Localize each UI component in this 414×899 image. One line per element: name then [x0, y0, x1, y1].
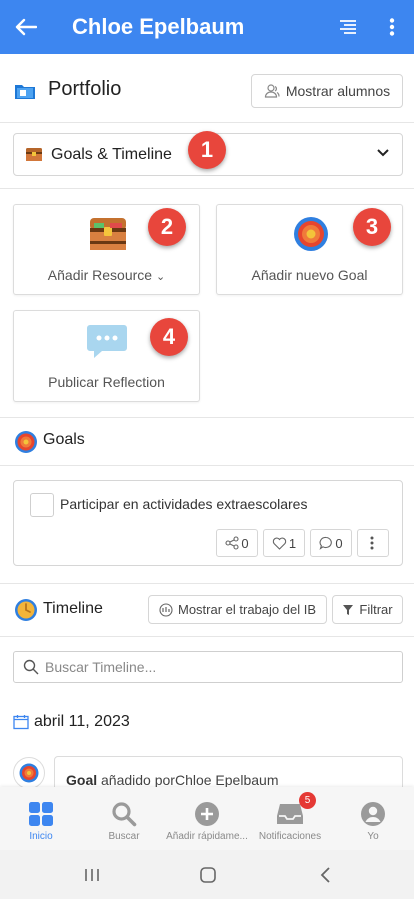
comment-button[interactable]: 0: [310, 529, 352, 557]
calendar-icon: [13, 715, 29, 730]
goals-header: Goals: [0, 428, 414, 454]
search-icon: [23, 659, 39, 675]
nav-label: Yo: [367, 831, 379, 842]
divider: [0, 583, 414, 584]
back-button[interactable]: [0, 0, 52, 54]
chevron-down-icon: [377, 149, 389, 157]
list-view-button[interactable]: [326, 0, 370, 54]
timeline-entry-desc: añadido porChloe Epelbaum: [97, 772, 279, 788]
treasure-chest-icon: [26, 148, 42, 161]
recent-apps-icon: [85, 868, 99, 881]
search-icon: [111, 800, 137, 828]
nav-item-yo[interactable]: Yo: [332, 787, 414, 850]
portfolio-title: Portfolio: [48, 78, 122, 100]
comment-count: 0: [335, 535, 343, 551]
divider: [0, 188, 414, 189]
system-nav-bar: [0, 850, 414, 899]
arrow-left-icon: [15, 18, 37, 36]
share-button[interactable]: 0: [216, 529, 258, 557]
system-back-button[interactable]: [296, 850, 356, 899]
clock-icon: [15, 599, 37, 621]
filter-icon: [343, 604, 354, 615]
target-icon: [15, 431, 37, 453]
nav-item-notificaciones[interactable]: 5 Notificaciones: [249, 787, 331, 850]
add-resource-label: Añadir Resource ⌄: [47, 267, 166, 283]
filter-button[interactable]: Filtrar: [332, 595, 403, 624]
recent-apps-button[interactable]: [62, 850, 122, 899]
more-vertical-icon: [389, 18, 395, 36]
nav-label: Buscar: [108, 831, 140, 842]
list-lines-icon: [340, 20, 356, 34]
nav-label: Añadir rápidame...: [166, 831, 248, 842]
like-button[interactable]: 1: [263, 529, 305, 557]
nav-label: Notificaciones: [258, 831, 322, 842]
users-icon: [264, 84, 280, 98]
ib-logo-icon: [159, 602, 173, 617]
timeline-entry-text: Goal añadido porChloe Epelbaum: [66, 772, 278, 788]
divider: [0, 417, 414, 418]
share-count: 0: [241, 535, 249, 551]
filter-label: Filtrar: [359, 602, 393, 617]
notification-count-badge: 5: [299, 792, 316, 809]
goals-title: Goals: [43, 431, 85, 448]
post-reflection-label: Publicar Reflection: [48, 374, 165, 390]
home-grid-icon: [28, 800, 54, 828]
home-button[interactable]: [178, 850, 238, 899]
chevron-down-icon: ⌄: [155, 271, 166, 283]
speech-bubble-icon: [87, 325, 127, 358]
show-students-button[interactable]: Mostrar alumnos: [251, 74, 403, 108]
annotation-marker: 3: [353, 208, 391, 246]
goal-text: Participar en actividades extraescolares: [60, 496, 308, 512]
add-circle-icon: [194, 800, 220, 828]
timeline-date-row: abril 11, 2023: [13, 711, 130, 733]
annotation-marker: 1: [188, 131, 226, 169]
app-screen: Chloe Epelbaum Portfolio Mostrar alumnos…: [0, 0, 414, 899]
section-select-label: Goals & Timeline: [51, 145, 172, 163]
entry-avatar: [13, 757, 45, 789]
target-icon: [294, 217, 328, 251]
timeline-search: [13, 651, 403, 683]
show-ib-work-button[interactable]: Mostrar el trabajo del IB: [148, 595, 327, 624]
share-icon: [225, 536, 239, 550]
chevron-left-icon: [320, 866, 330, 883]
treasure-chest-icon: [90, 218, 126, 250]
overflow-menu-button[interactable]: [370, 0, 414, 54]
comment-icon: [319, 536, 333, 550]
more-vertical-icon: [370, 536, 374, 550]
timeline-date: abril 11, 2023: [34, 713, 130, 730]
annotation-marker: 4: [150, 318, 188, 356]
like-count: 1: [288, 535, 297, 551]
show-students-label: Mostrar alumnos: [285, 83, 391, 99]
annotation-marker: 2: [148, 208, 186, 246]
heart-icon: [272, 537, 287, 550]
nav-item-quick-add[interactable]: Añadir rápidame...: [166, 787, 248, 850]
divider: [0, 122, 414, 123]
portfolio-folder-icon: [15, 85, 35, 99]
page-title: Chloe Epelbaum: [72, 14, 245, 39]
timeline-entry-type: Goal: [66, 772, 98, 788]
timeline-search-input[interactable]: [45, 659, 375, 675]
home-square-icon: [200, 866, 216, 883]
nav-item-buscar[interactable]: Buscar: [83, 787, 165, 850]
target-icon: [19, 763, 39, 783]
divider: [0, 465, 414, 466]
goal-checkbox[interactable]: [30, 493, 54, 517]
nav-label: Inicio: [29, 831, 53, 842]
nav-item-inicio[interactable]: Inicio: [0, 787, 82, 850]
user-icon: [360, 800, 386, 828]
show-ib-work-label: Mostrar el trabajo del IB: [177, 602, 316, 617]
goal-more-button[interactable]: [357, 529, 389, 557]
add-goal-label: Añadir nuevo Goal: [251, 267, 368, 283]
app-bar: Chloe Epelbaum: [0, 0, 414, 54]
inbox-icon: 5: [276, 792, 316, 828]
bottom-nav: Inicio Buscar Añadir rápidame... 5 Notif…: [0, 787, 414, 850]
divider: [0, 636, 414, 637]
goal-card: Participar en actividades extraescolares…: [13, 480, 403, 566]
timeline-title: Timeline: [43, 600, 103, 617]
